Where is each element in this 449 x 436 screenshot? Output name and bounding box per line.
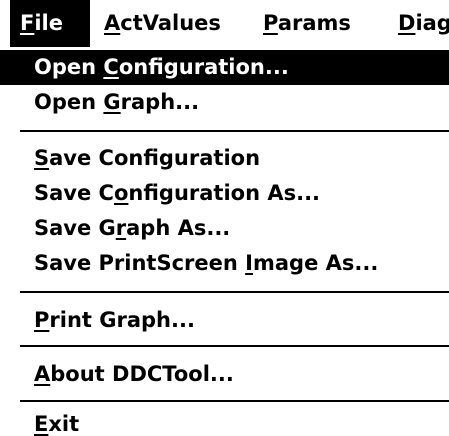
- menu-actvalues-mnemonic: A: [104, 11, 121, 35]
- menu-actvalues-label-post: ctValues: [120, 11, 221, 35]
- item-mnemonic: S: [34, 146, 50, 170]
- item-label-pre: Save G: [34, 216, 116, 240]
- menu-item-open-graph[interactable]: Open Graph...: [0, 85, 449, 120]
- item-mnemonic: G: [103, 90, 121, 114]
- item-label-post: raph...: [120, 90, 200, 114]
- item-mnemonic: o: [113, 181, 129, 205]
- menu-diag[interactable]: Diag: [388, 0, 449, 47]
- item-mnemonic: A: [34, 362, 51, 386]
- menu-diag-label-post: iag: [415, 11, 449, 35]
- item-label-post: rint Graph...: [49, 308, 195, 332]
- item-label-pre: Open: [34, 90, 104, 114]
- item-mnemonic: E: [34, 412, 49, 436]
- item-label-post: onfiguration...: [118, 55, 289, 79]
- item-mnemonic: I: [245, 251, 253, 275]
- menu-actvalues[interactable]: ActValues: [94, 0, 244, 47]
- menu-item-save-printscreen-image-as[interactable]: Save PrintScreen Image As...: [0, 246, 449, 281]
- menu-item-print-graph[interactable]: Print Graph...: [0, 303, 449, 338]
- menu-separator: [20, 400, 449, 402]
- menu-file[interactable]: File: [10, 0, 90, 47]
- item-label-post: aph As...: [126, 216, 231, 240]
- menu-separator: [20, 291, 449, 293]
- menu-separator: [20, 130, 449, 132]
- item-label-pre: Save PrintScreen: [34, 251, 246, 275]
- menu-item-exit[interactable]: Exit: [0, 407, 449, 436]
- menu-item-save-configuration[interactable]: Save Configuration: [0, 141, 449, 176]
- menu-file-mnemonic: F: [20, 11, 35, 35]
- item-label-pre: Open: [34, 55, 104, 79]
- item-label-post: xit: [48, 412, 80, 436]
- menu-diag-mnemonic: D: [398, 11, 416, 35]
- menu-separator: [20, 345, 449, 347]
- item-label-post: mage As...: [252, 251, 379, 275]
- item-mnemonic: P: [34, 308, 50, 332]
- item-label-pre: Save C: [34, 181, 114, 205]
- menu-item-open-configuration[interactable]: Open Configuration...: [0, 50, 449, 85]
- menu-bar: File ActValues Params Diag: [0, 0, 449, 47]
- item-mnemonic: C: [103, 55, 119, 79]
- menu-params[interactable]: Params: [253, 0, 383, 47]
- file-dropdown-menu: Open Configuration... Open Graph... Save…: [0, 47, 449, 436]
- item-label-post: bout DDCTool...: [50, 362, 234, 386]
- menu-file-label-post: ile: [34, 11, 63, 35]
- menu-params-label-post: arams: [277, 11, 351, 35]
- menu-item-about-ddctool[interactable]: About DDCTool...: [0, 357, 449, 392]
- menu-item-save-configuration-as[interactable]: Save Configuration As...: [0, 176, 449, 211]
- menu-params-mnemonic: P: [263, 11, 278, 35]
- item-label-post: ave Configuration: [49, 146, 261, 170]
- item-mnemonic: r: [115, 216, 127, 240]
- menu-item-save-graph-as[interactable]: Save Graph As...: [0, 211, 449, 246]
- item-label-post: nfiguration As...: [128, 181, 321, 205]
